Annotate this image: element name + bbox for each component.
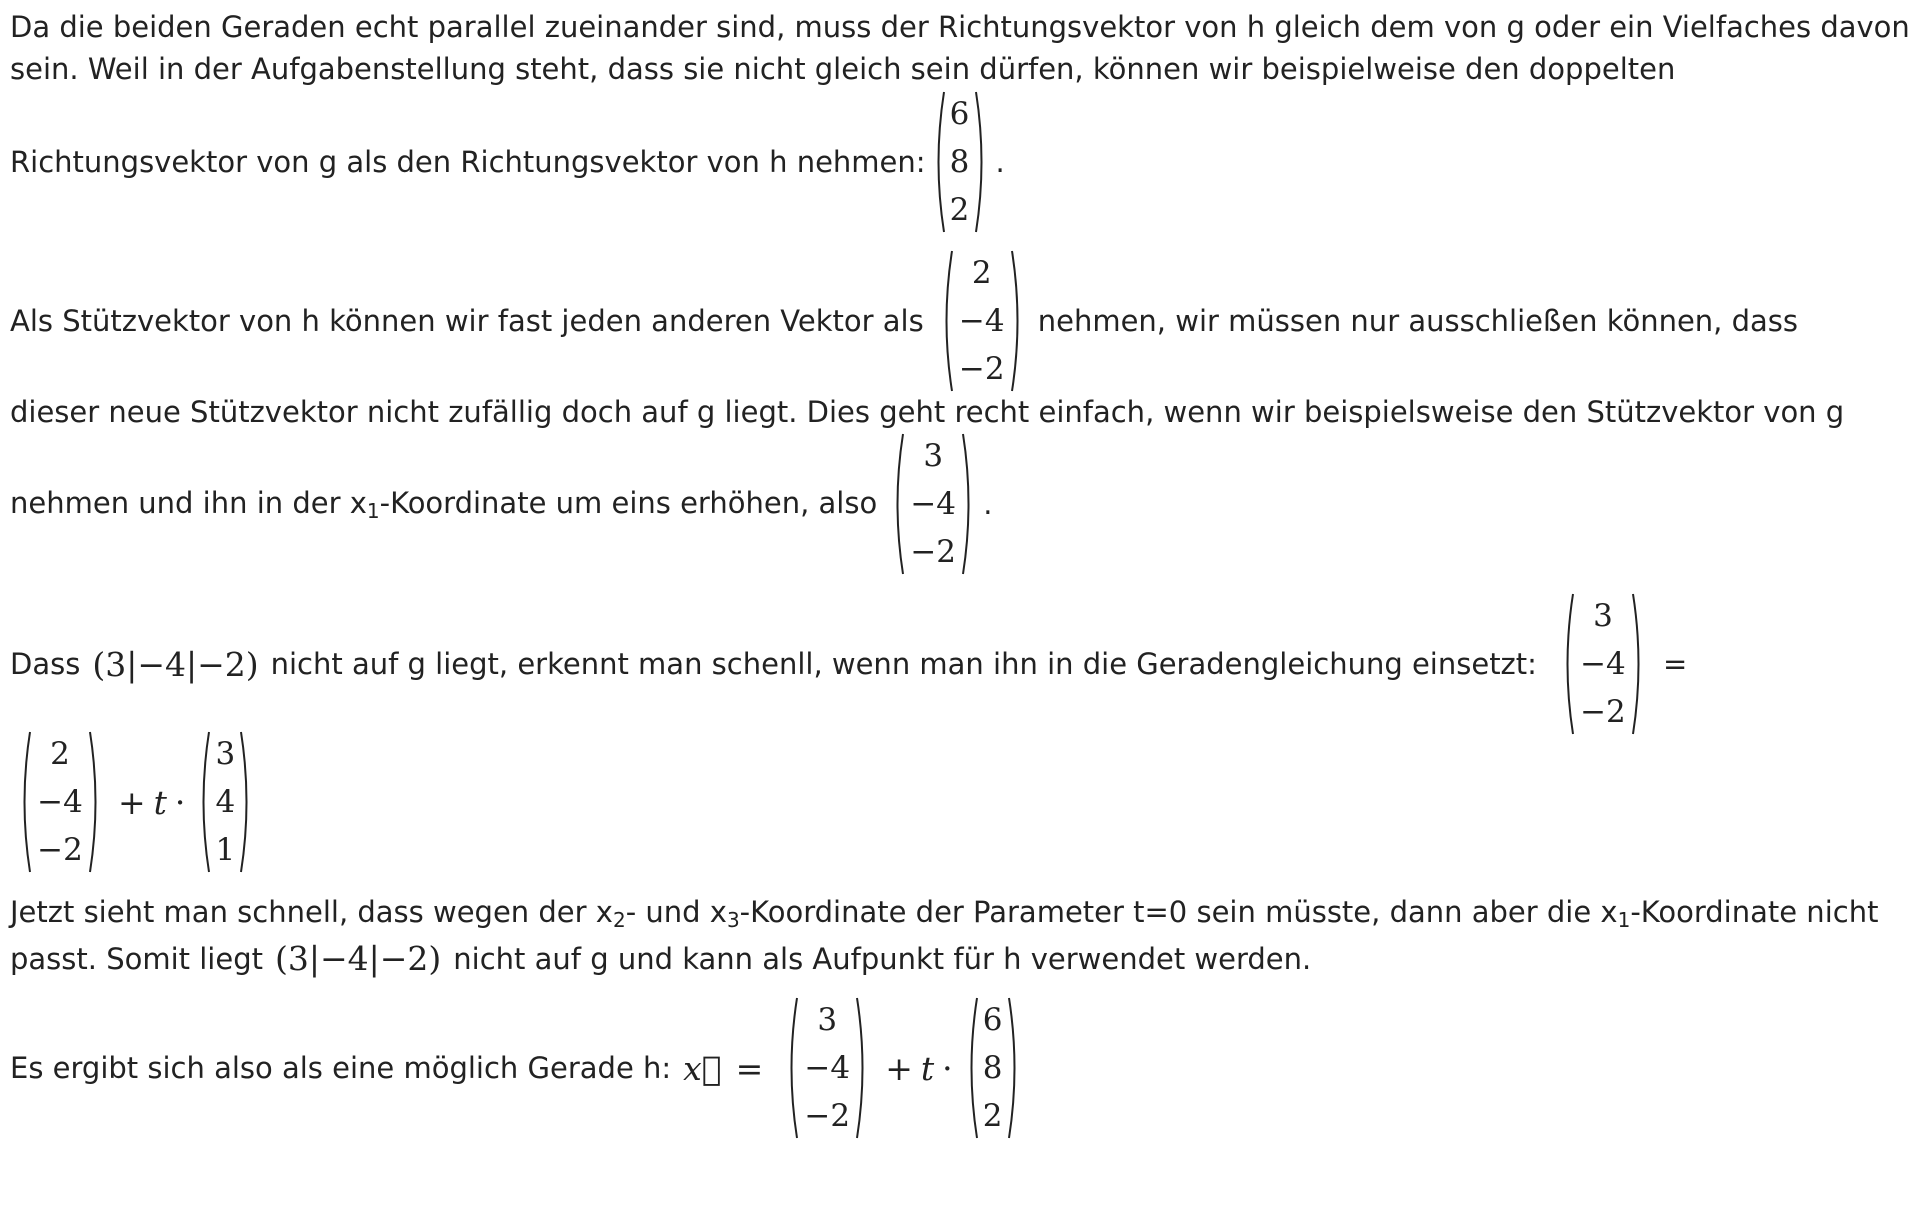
vector-entry: 3 (817, 1002, 838, 1038)
left-paren (896, 433, 905, 575)
paragraph-line: sein. Weil in der Aufgabenstellung steht… (10, 52, 1676, 86)
vector-entry: 2 (50, 736, 70, 772)
left-paren (970, 997, 978, 1139)
vector-entry: 1 (215, 832, 236, 868)
right-paren (974, 91, 983, 233)
vector-entry: −2 (37, 832, 83, 868)
point-coordinates: (3|−4|−2) (275, 939, 442, 978)
paragraph-line: passt. Somit liegt (3|−4|−2) nicht auf g… (10, 939, 1312, 978)
column-vector: 3 4 1 (197, 730, 253, 874)
position-vector-x: x⃗ (683, 1048, 722, 1088)
vector-entry: −2 (1580, 694, 1626, 730)
left-paren (790, 997, 799, 1139)
paragraph-line: dieser neue Stützvektor nicht zufällig d… (10, 395, 1845, 429)
left-paren (23, 731, 31, 873)
right-paren (89, 731, 97, 873)
vector-entry: 8 (949, 144, 970, 180)
vector-entry: −2 (804, 1098, 851, 1134)
paragraph-line: Jetzt sieht man schnell, dass wegen der … (10, 895, 1879, 932)
vector-entry: −4 (37, 784, 83, 820)
paragraph-text: Richtungsvektor von g als den Richtungsv… (10, 145, 926, 179)
solution-text: Da die beiden Geraden echt parallel zuei… (0, 0, 1920, 1228)
support-vector-line: Als Stützvektor von h können wir fast je… (10, 249, 1798, 393)
direction-vector-line: Richtungsvektor von g als den Richtungsv… (10, 90, 1005, 234)
paragraph-text: nehmen und ihn in der x1-Koordinate um e… (10, 485, 878, 523)
column-vector: 3 −4 −2 (891, 432, 975, 576)
paragraph-text: nehmen, wir müssen nur ausschließen könn… (1037, 304, 1799, 338)
left-paren (202, 731, 211, 873)
vector-entry: −4 (1580, 646, 1626, 682)
vector-entry: −4 (804, 1050, 851, 1086)
plus-sign: + (885, 1048, 913, 1088)
modified-vector-line: nehmen und ihn in der x1-Koordinate um e… (10, 432, 992, 576)
parameter-t: t (153, 782, 167, 822)
column-vector: 2 −4 −2 (18, 730, 102, 874)
vector-entry: 2 (949, 192, 970, 228)
right-paren (1007, 997, 1016, 1139)
right-paren (962, 433, 970, 575)
column-vector: 6 8 2 (965, 996, 1021, 1140)
paragraph-text: nicht auf g liegt, erkennt man schenll, … (270, 647, 1537, 681)
vector-entry: −4 (910, 486, 957, 522)
paragraph-line: Da die beiden Geraden echt parallel zuei… (10, 10, 1910, 44)
right-paren (856, 997, 864, 1139)
left-paren (937, 91, 945, 233)
multiply-dot: · (174, 782, 186, 822)
substitution-line: Dass (3|−4|−2) nicht auf g liegt, erkenn… (10, 592, 1687, 736)
vector-entry: 6 (949, 96, 970, 132)
vector-entry: 3 (215, 736, 236, 772)
punctuation: . (995, 145, 1005, 179)
equals-sign: = (1662, 647, 1688, 681)
vector-entry: 3 (923, 438, 944, 474)
parameter-t: t (920, 1048, 935, 1088)
vector-entry: −4 (958, 303, 1005, 339)
punctuation: . (983, 487, 993, 521)
right-paren (1631, 593, 1640, 735)
vector-entry: 3 (1593, 598, 1613, 634)
equals-sign: = (735, 1048, 764, 1088)
column-vector: 6 8 2 (932, 90, 988, 234)
vector-entry: 6 (982, 1002, 1003, 1038)
plus-sign: + (118, 782, 146, 822)
paragraph-text: Es ergibt sich also als eine möglich Ger… (10, 1051, 672, 1085)
right-paren (1010, 250, 1019, 392)
multiply-dot: · (942, 1048, 953, 1088)
point-coordinates: (3|−4|−2) (92, 644, 259, 684)
column-vector: 2 −4 −2 (940, 249, 1024, 393)
column-vector: 3 −4 −2 (1561, 592, 1645, 736)
vector-entry: 4 (215, 784, 236, 820)
right-paren (240, 731, 248, 873)
vector-entry: −2 (910, 534, 957, 570)
vector-entry: 8 (982, 1050, 1003, 1086)
column-vector: 3 −4 −2 (785, 996, 869, 1140)
line-equation: 2 −4 −2 + t · 3 4 1 (10, 730, 259, 874)
vector-entry: 2 (971, 255, 992, 291)
paragraph-text: Als Stützvektor von h können wir fast je… (10, 304, 924, 338)
paragraph-text: Dass (10, 647, 81, 681)
result-line-equation: Es ergibt sich also als eine möglich Ger… (10, 996, 1027, 1140)
vector-entry: 2 (982, 1098, 1003, 1134)
left-paren (1566, 593, 1574, 735)
vector-entry: −2 (958, 351, 1005, 387)
left-paren (945, 250, 953, 392)
